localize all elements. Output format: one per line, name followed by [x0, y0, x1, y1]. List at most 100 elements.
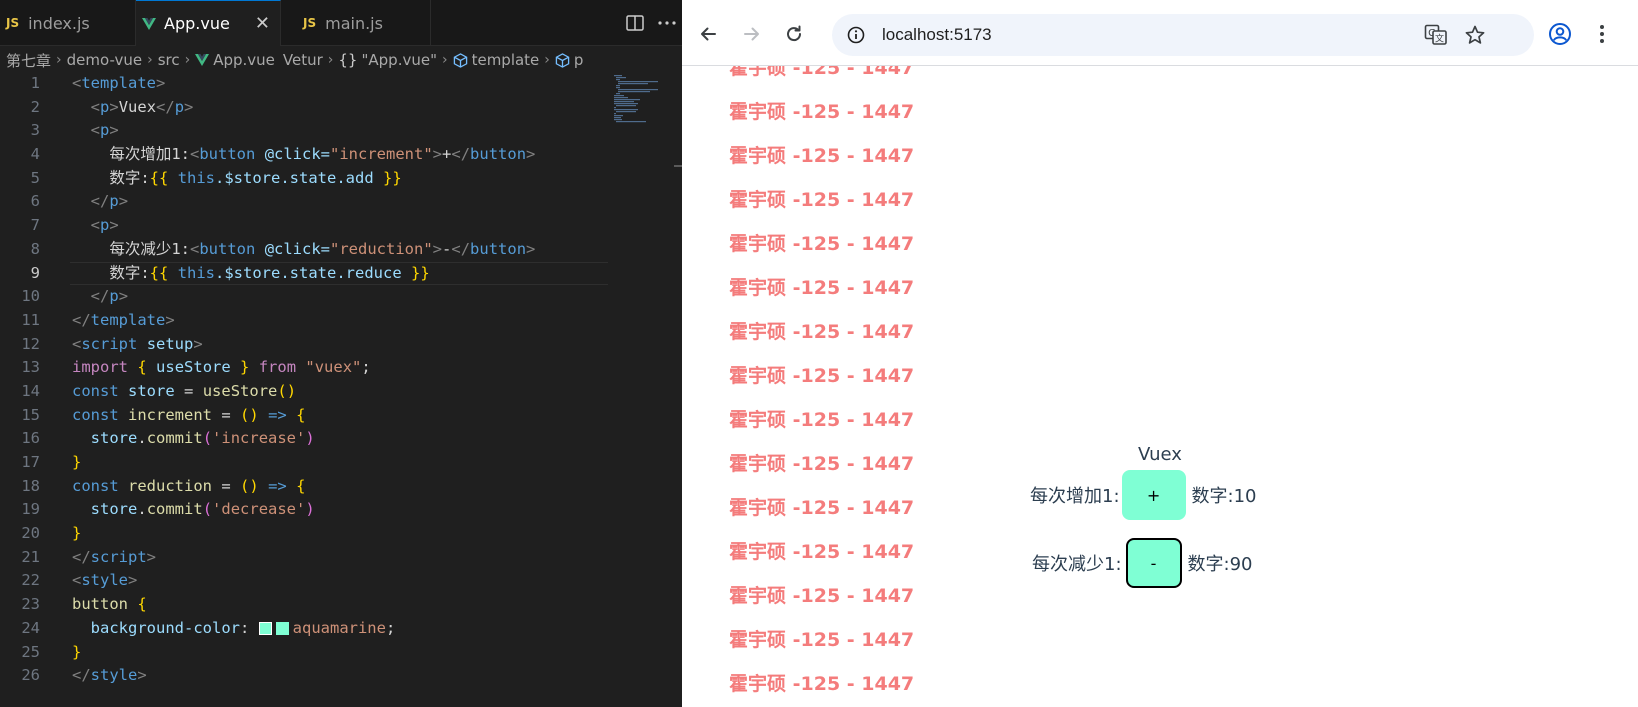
breadcrumb-folder[interactable]: 第七章 — [6, 50, 51, 71]
js-file-icon: JS — [6, 16, 20, 30]
url-text[interactable]: localhost:5173 — [882, 14, 992, 56]
line-number: 21 — [21, 547, 40, 566]
minimap[interactable] — [612, 74, 672, 124]
code-token: button — [199, 145, 256, 164]
vue-file-icon — [195, 54, 210, 66]
page-viewport: 霍宇硕 -125 - 1447 霍宇硕 -125 - 1447 霍宇硕 -125… — [682, 66, 1638, 707]
code-token: useStore — [156, 358, 231, 377]
site-info-icon[interactable] — [846, 25, 866, 49]
code-area[interactable]: 1 <template> 2 <p>Vuex</p> 3 <p> 4 每次增加1:… — [0, 72, 610, 688]
app-title: Vuex — [1138, 444, 1182, 465]
code-token: style — [81, 571, 129, 590]
bookmark-star-icon[interactable] — [1464, 24, 1486, 50]
code-token: increment — [128, 405, 213, 424]
code-token: button — [470, 239, 527, 258]
code-line: 23 button { — [0, 593, 610, 617]
line-number: 26 — [21, 666, 40, 685]
code-token: commit — [146, 500, 203, 519]
address-bar[interactable]: localhost:5173 G文 — [832, 14, 1534, 56]
code-token: const — [72, 381, 119, 400]
color-swatch-icon[interactable] — [275, 621, 289, 635]
tab-label: App.vue — [164, 14, 230, 33]
code-token: script — [90, 547, 147, 566]
cube-icon — [453, 52, 468, 68]
menu-icon[interactable] — [1590, 22, 1614, 46]
code-line: 21 </script> — [0, 546, 610, 570]
cube-icon — [555, 52, 570, 68]
increase-row: 每次增加1: + 数字:10 — [1030, 470, 1257, 520]
tab-app-vue[interactable]: App.vue ✕ — [136, 0, 281, 46]
translate-icon[interactable]: G文 — [1424, 24, 1448, 50]
reload-icon[interactable] — [782, 22, 806, 46]
line-number: 8 — [30, 239, 40, 258]
close-icon[interactable]: ✕ — [255, 13, 270, 34]
code-line: 24 background-color: aquamarine; — [0, 617, 610, 641]
forward-icon[interactable] — [740, 22, 764, 46]
color-swatch-icon[interactable] — [258, 621, 272, 635]
code-token: .$store.state.reduce — [215, 263, 402, 282]
line-number: 4 — [30, 145, 40, 164]
code-token: 数字: — [109, 168, 150, 187]
line-number: 17 — [21, 453, 40, 471]
profile-icon[interactable] — [1548, 22, 1572, 46]
line-number: 22 — [21, 571, 40, 590]
line-number: 6 — [30, 192, 40, 211]
breadcrumb-src[interactable]: src — [158, 51, 180, 69]
decrease-label: 每次减少1: — [1032, 554, 1122, 575]
code-token: + — [442, 145, 452, 164]
code-token: reduction — [128, 476, 213, 495]
code-token: script — [81, 334, 138, 353]
code-token: const — [72, 405, 119, 424]
tab-label: index.js — [28, 13, 90, 33]
tab-label: main.js — [325, 13, 383, 33]
code-line: 14 const store = useStore() — [0, 380, 610, 404]
breadcrumb-project[interactable]: demo-vue — [67, 51, 142, 69]
code-token: "vuex" — [305, 358, 362, 377]
code-line: 17} — [0, 451, 610, 475]
code-token: p — [109, 192, 119, 211]
code-line: 10 </p> — [0, 285, 610, 309]
code-token: template — [81, 74, 156, 92]
code-line: 13 import { useStore } from "vuex"; — [0, 356, 610, 380]
code-token: button — [72, 595, 128, 614]
code-line: 1 <template> — [0, 72, 610, 96]
breadcrumb-leaf[interactable]: p — [574, 51, 584, 69]
line-number: 25 — [21, 642, 40, 661]
code-token: store — [90, 429, 138, 448]
chevron-right-icon: › — [441, 52, 448, 68]
code-line: 5 数字:{{ this.$store.state.add }} — [0, 167, 610, 191]
breadcrumb-file[interactable]: App.vue — [213, 51, 275, 69]
tab-index-js[interactable]: JS index.js — [0, 0, 136, 46]
line-number: 18 — [21, 476, 40, 495]
code-token: useStore — [202, 381, 278, 400]
editor-tab-bar: JS index.js App.vue ✕ JS main.js — [0, 0, 682, 46]
increment-button[interactable]: + — [1121, 470, 1186, 520]
code-token: store — [128, 381, 175, 400]
more-actions-icon[interactable] — [658, 21, 676, 25]
chevron-right-icon: › — [544, 52, 550, 68]
breadcrumb-node[interactable]: template — [472, 51, 540, 69]
code-token: background-color — [90, 618, 240, 637]
code-line: 2 <p>Vuex</p> — [0, 96, 610, 120]
increase-value: 数字:10 — [1191, 486, 1257, 507]
tab-main-js[interactable]: JS main.js — [281, 0, 431, 46]
code-token: from — [258, 358, 297, 377]
code-line: 16 store.commit('increase') — [0, 427, 610, 451]
code-token: button — [199, 239, 256, 258]
line-number: 3 — [30, 121, 40, 140]
reduction-button[interactable]: - — [1125, 538, 1182, 588]
breadcrumb-scope[interactable]: "App.vue" — [361, 51, 436, 69]
breadcrumb-extension[interactable]: Vetur — [283, 51, 323, 69]
code-token: 'decrease' — [212, 500, 306, 519]
code-token: p — [100, 121, 110, 140]
code-token: 每次减少1: — [109, 239, 190, 258]
decrease-value: 数字:90 — [1187, 554, 1253, 575]
chevron-right-icon: › — [147, 52, 153, 68]
code-line: 15 const increment = () => { — [0, 404, 610, 428]
split-editor-icon[interactable] — [626, 15, 644, 31]
code-line: 6 </p> — [0, 190, 610, 214]
code-line: 7 <p> — [0, 214, 610, 238]
line-number: 10 — [21, 287, 40, 306]
back-icon[interactable] — [696, 22, 720, 46]
code-token: "increment" — [330, 145, 433, 164]
